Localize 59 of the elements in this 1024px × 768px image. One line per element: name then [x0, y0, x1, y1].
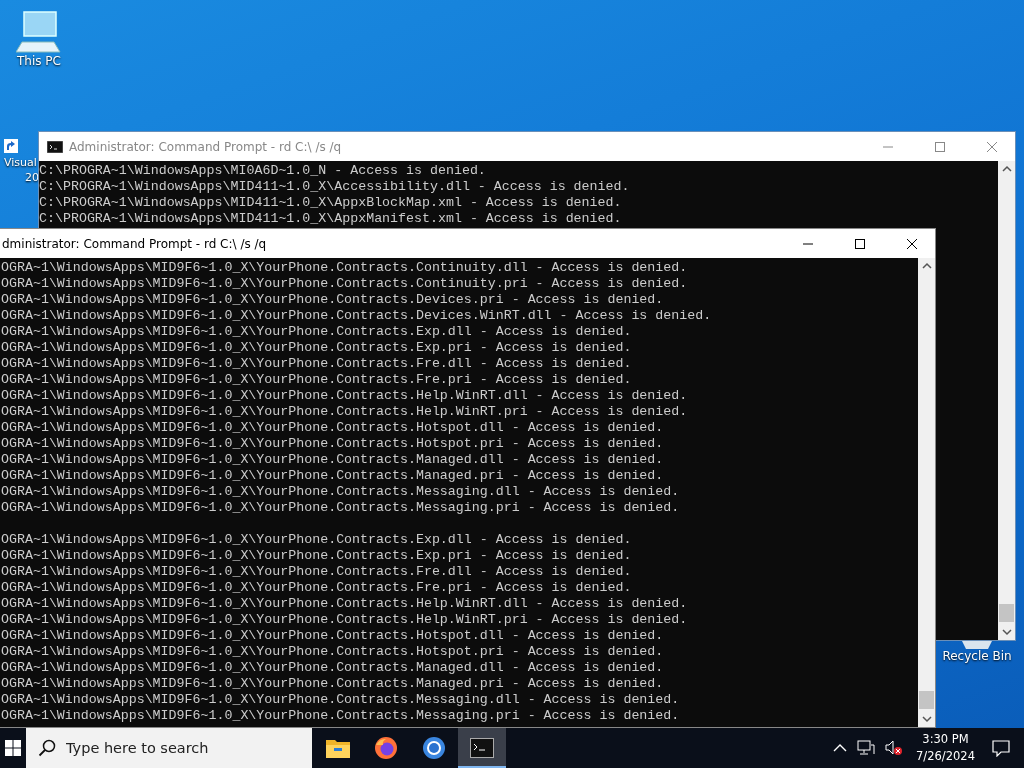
console-line: OGRA~1\WindowsApps\MID9F6~1.0_X\YourPhone.Contracts.Hotspot.dll - Access is denied.	[1, 628, 665, 644]
console-line: OGRA~1\WindowsApps\MID9F6~1.0_X\YourPhone.Contracts.Managed.dll - Access is denied.	[1, 452, 665, 468]
chevron-up-icon[interactable]	[833, 743, 848, 753]
browser-icon	[422, 736, 446, 760]
maximize-icon	[935, 141, 945, 152]
computer-icon[interactable]	[16, 10, 62, 54]
console-line: OGRA~1\WindowsApps\MID9F6~1.0_X\YourPhone.Contracts.Fre.dll - Access is denied.	[1, 564, 633, 580]
console-line: OGRA~1\WindowsApps\MID9F6~1.0_X\YourPhone.Contracts.Fre.pri - Access is denied.	[1, 372, 633, 388]
desktop-icon-label[interactable]: This PC	[17, 54, 61, 69]
console-line: OGRA~1\WindowsApps\MID9F6~1.0_X\YourPhone.Contracts.Hotspot.pri - Access is denied.	[1, 436, 665, 452]
console-line: OGRA~1\WindowsApps\MID9F6~1.0_X\YourPhone.Contracts.Exp.dll - Access is denied.	[1, 324, 633, 340]
console-line: OGRA~1\WindowsApps\MID9F6~1.0_X\YourPhone.Contracts.Messaging.dll - Access is denied.	[1, 692, 681, 708]
console-line: C:\PROGRA~1\WindowsApps\MID411~1.0_X\AppxManifest.xml - Access is denied.	[39, 211, 623, 227]
console-line: OGRA~1\WindowsApps\MID9F6~1.0_X\YourPhone.Contracts.Messaging.dll - Access is denied.	[1, 484, 681, 500]
network-icon[interactable]	[857, 740, 876, 756]
firefox-icon	[374, 736, 398, 760]
console-line: OGRA~1\WindowsApps\MID9F6~1.0_X\YourPhone.Contracts.Exp.pri - Access is denied.	[1, 340, 633, 356]
folder-icon	[326, 738, 350, 758]
window-title: Administrator: Command Prompt - rd C:\ /s /q	[69, 139, 343, 154]
clock-date[interactable]: 7/26/2024	[916, 748, 975, 765]
console-line: OGRA~1\WindowsApps\MID9F6~1.0_X\YourPhone.Contracts.Continuity.pri - Access is denied.	[1, 276, 689, 292]
console-line: OGRA~1\WindowsApps\MID9F6~1.0_X\YourPhone.Contracts.Messaging.pri - Access is denied.	[1, 500, 681, 516]
console-line: OGRA~1\WindowsApps\MID9F6~1.0_X\YourPhone.Contracts.Managed.pri - Access is denied.	[1, 676, 665, 692]
console-line: OGRA~1\WindowsApps\MID9F6~1.0_X\YourPhone.Contracts.Devices.pri - Access is denied.	[1, 292, 665, 308]
console-line: OGRA~1\WindowsApps\MID9F6~1.0_X\YourPhone.Contracts.Help.WinRT.pri - Access is denied.	[1, 404, 689, 420]
console-line: OGRA~1\WindowsApps\MID9F6~1.0_X\YourPhone.Contracts.Help.WinRT.dll - Access is denied.	[1, 388, 689, 404]
search-field[interactable]: Type here to search	[26, 728, 312, 768]
console-line: OGRA~1\WindowsApps\MID9F6~1.0_X\YourPhone.Contracts.Help.WinRT.dll - Access is denied.	[1, 596, 689, 612]
console-line: C:\PROGRA~1\WindowsApps\MI0A6D~1.0_N - Access is denied.	[39, 163, 487, 179]
window-title: dministrator: Command Prompt - rd C:\ /s /q	[2, 236, 268, 251]
console-line: OGRA~1\WindowsApps\MID9F6~1.0_X\YourPhone.Contracts.Managed.pri - Access is denied.	[1, 468, 665, 484]
console-line: OGRA~1\WindowsApps\MID9F6~1.0_X\YourPhone.Contracts.Devices.WinRT.dll - Access is denied.	[1, 308, 713, 324]
console-line: OGRA~1\WindowsApps\MID9F6~1.0_X\YourPhone.Contracts.Exp.pri - Access is denied.	[1, 548, 633, 564]
console-line: OGRA~1\WindowsApps\MID9F6~1.0_X\YourPhone.Contracts.Fre.dll - Access is denied.	[1, 356, 633, 372]
search-icon	[38, 739, 56, 757]
console-line: OGRA~1\WindowsApps\MID9F6~1.0_X\YourPhone.Contracts.Exp.dll - Access is denied.	[1, 532, 633, 548]
console-line: OGRA~1\WindowsApps\MID9F6~1.0_X\YourPhone.Contracts.Continuity.dll - Access is denied.	[1, 260, 689, 276]
desktop-icon-label[interactable]: Visual 20	[4, 155, 39, 185]
console-line: OGRA~1\WindowsApps\MID9F6~1.0_X\YourPhone.Contracts.Help.WinRT.pri - Access is denied.	[1, 612, 689, 628]
maximize-icon	[855, 238, 865, 249]
taskbar-app-button[interactable]	[458, 728, 506, 768]
windows-start-icon[interactable]	[5, 740, 21, 756]
scrollbar-thumb[interactable]	[919, 691, 934, 709]
desktop-icon-label[interactable]: Recycle Bin	[942, 649, 1012, 664]
close-icon	[987, 141, 997, 152]
notification-icon[interactable]	[992, 739, 1010, 757]
clock-time[interactable]: 3:30 PM	[922, 731, 969, 748]
console-line: OGRA~1\WindowsApps\MID9F6~1.0_X\YourPhone.Contracts.Managed.dll - Access is denied.	[1, 660, 665, 676]
console-line: OGRA~1\WindowsApps\MID9F6~1.0_X\YourPhone.Contracts.Hotspot.pri - Access is denied.	[1, 644, 665, 660]
close-icon	[907, 238, 917, 249]
console-line: C:\PROGRA~1\WindowsApps\MID411~1.0_X\AppxBlockMap.xml - Access is denied.	[39, 195, 623, 211]
console-line: OGRA~1\WindowsApps\MID9F6~1.0_X\YourPhone.Contracts.Hotspot.dll - Access is denied.	[1, 420, 665, 436]
console-line: OGRA~1\WindowsApps\MID9F6~1.0_X\YourPhone.Contracts.Fre.pri - Access is denied.	[1, 580, 633, 596]
speaker-muted-icon[interactable]	[885, 740, 904, 756]
console-icon	[470, 738, 494, 758]
console-line: C:\PROGRA~1\WindowsApps\MID411~1.0_X\Accessibility.dll - Access is denied.	[39, 179, 631, 195]
shortcut-arrow-icon[interactable]	[4, 139, 18, 153]
console-icon	[47, 140, 63, 153]
console-line: OGRA~1\WindowsApps\MID9F6~1.0_X\YourPhone.Contracts.Messaging.pri - Access is denied.	[1, 708, 681, 724]
